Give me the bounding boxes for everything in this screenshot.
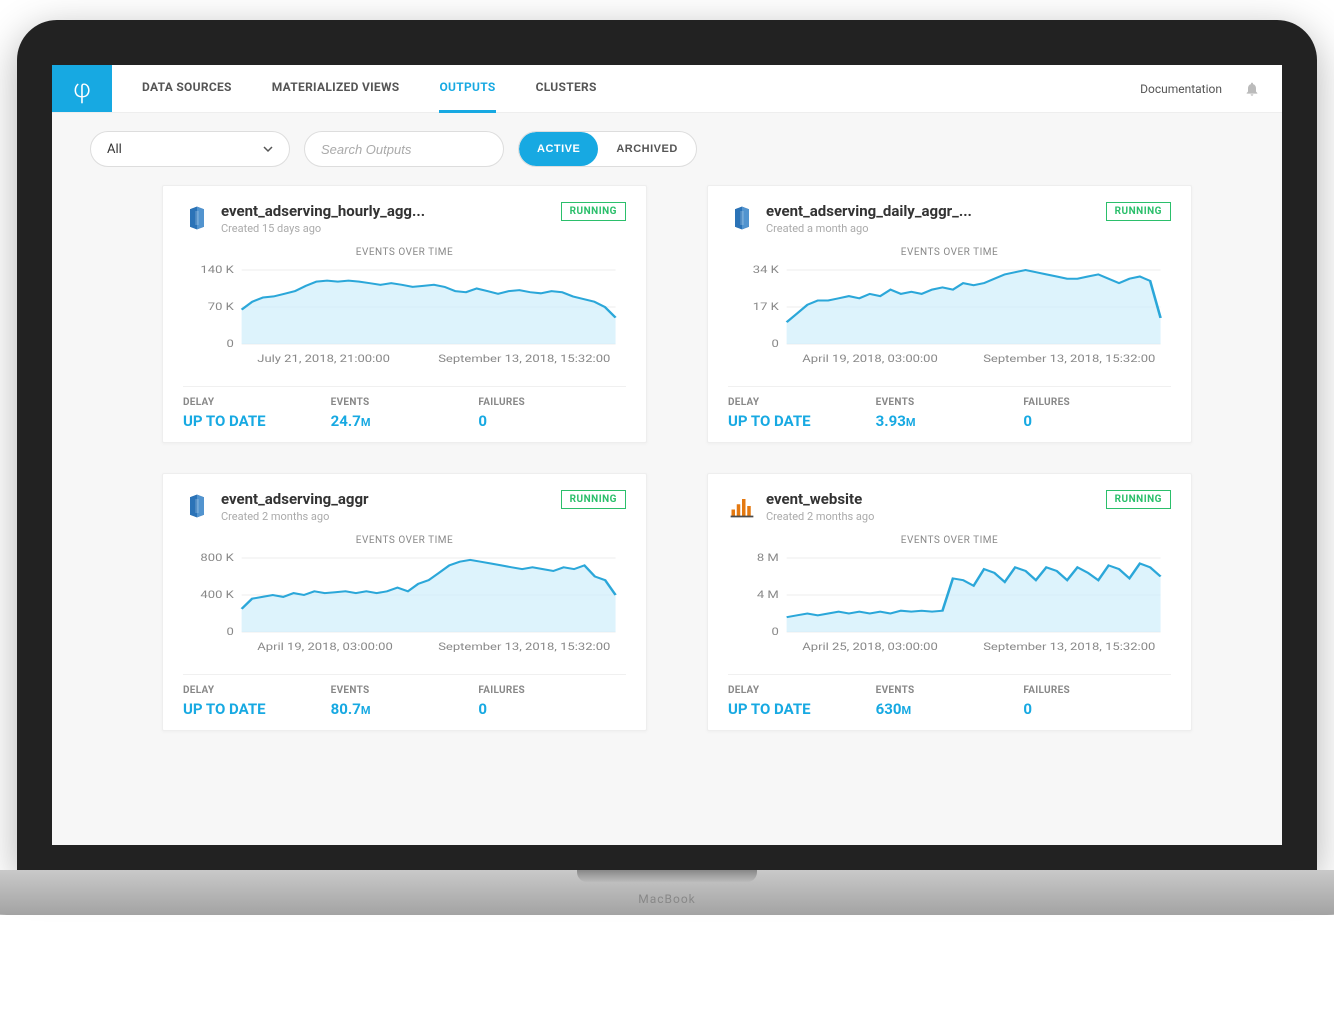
documentation-link[interactable]: Documentation xyxy=(1140,82,1222,96)
output-card[interactable]: event_website Created 2 months ago RUNNI… xyxy=(707,473,1192,731)
delay-label: DELAY xyxy=(183,685,331,696)
output-card[interactable]: event_adserving_aggr Created 2 months ag… xyxy=(162,473,647,731)
chart-title: EVENTS OVER TIME xyxy=(183,535,626,546)
failures-value: 0 xyxy=(478,412,626,430)
output-created: Created 2 months ago xyxy=(221,510,551,523)
svg-text:September 13, 2018, 15:32:00: September 13, 2018, 15:32:00 xyxy=(438,641,610,653)
events-value: 3.93M xyxy=(876,412,1024,430)
notifications-icon[interactable] xyxy=(1244,81,1260,97)
svg-text:34 K: 34 K xyxy=(753,264,780,276)
svg-text:April 25, 2018, 03:00:00: April 25, 2018, 03:00:00 xyxy=(802,641,938,653)
svg-text:April 19, 2018, 03:00:00: April 19, 2018, 03:00:00 xyxy=(257,641,393,653)
redshift-icon xyxy=(183,204,211,232)
events-chart: 800 K 400 K 0 April 19, 2018, 03:00:00 Sep… xyxy=(183,550,626,660)
output-title: event_adserving_hourly_agg... xyxy=(221,202,551,220)
svg-text:July 21, 2018, 21:00:00: July 21, 2018, 21:00:00 xyxy=(257,353,390,365)
events-label: EVENTS xyxy=(331,397,479,408)
events-chart: 8 M 4 M 0 April 25, 2018, 03:00:00 Septemb… xyxy=(728,550,1171,660)
svg-text:8 M: 8 M xyxy=(757,552,779,564)
app-header: φ DATA SOURCES MATERIALIZED VIEWS OUTPUT… xyxy=(52,65,1282,113)
status-badge: RUNNING xyxy=(561,202,626,221)
delay-label: DELAY xyxy=(728,685,876,696)
delay-value: UP TO DATE xyxy=(728,412,876,430)
chevron-down-icon xyxy=(263,144,273,154)
output-created: Created 2 months ago xyxy=(766,510,1096,523)
svg-text:0: 0 xyxy=(771,626,778,638)
events-label: EVENTS xyxy=(876,397,1024,408)
svg-text:140 K: 140 K xyxy=(200,264,234,276)
status-badge: RUNNING xyxy=(561,490,626,509)
toggle-archived[interactable]: ARCHIVED xyxy=(598,132,695,166)
delay-value: UP TO DATE xyxy=(728,700,876,718)
svg-text:0: 0 xyxy=(226,626,233,638)
failures-label: FAILURES xyxy=(1023,397,1171,408)
status-badge: RUNNING xyxy=(1106,490,1171,509)
failures-value: 0 xyxy=(478,700,626,718)
toggle-active[interactable]: ACTIVE xyxy=(519,132,598,166)
nav-data-sources[interactable]: DATA SOURCES xyxy=(142,65,232,113)
nav-materialized-views[interactable]: MATERIALIZED VIEWS xyxy=(272,65,400,113)
main-nav: DATA SOURCES MATERIALIZED VIEWS OUTPUTS … xyxy=(142,65,597,112)
search-input[interactable] xyxy=(321,142,487,157)
chart-title: EVENTS OVER TIME xyxy=(183,247,626,258)
events-label: EVENTS xyxy=(331,685,479,696)
failures-value: 0 xyxy=(1023,412,1171,430)
athena-icon xyxy=(728,492,756,520)
output-created: Created a month ago xyxy=(766,222,1096,235)
svg-text:0: 0 xyxy=(771,338,778,350)
svg-text:0: 0 xyxy=(226,338,233,350)
search-input-wrapper[interactable] xyxy=(304,131,504,167)
output-created: Created 15 days ago xyxy=(221,222,551,235)
cards-grid: event_adserving_hourly_agg... Created 15… xyxy=(82,185,1252,751)
redshift-icon xyxy=(183,492,211,520)
svg-text:September 13, 2018, 15:32:00: September 13, 2018, 15:32:00 xyxy=(983,353,1155,365)
filter-value: All xyxy=(107,142,122,157)
events-chart: 140 K 70 K 0 July 21, 2018, 21:00:00 Septe… xyxy=(183,262,626,372)
chart-title: EVENTS OVER TIME xyxy=(728,535,1171,546)
delay-value: UP TO DATE xyxy=(183,700,331,718)
events-chart: 34 K 17 K 0 April 19, 2018, 03:00:00 Septe… xyxy=(728,262,1171,372)
failures-label: FAILURES xyxy=(478,397,626,408)
svg-text:April 19, 2018, 03:00:00: April 19, 2018, 03:00:00 xyxy=(802,353,938,365)
svg-text:4 M: 4 M xyxy=(757,589,779,601)
nav-clusters[interactable]: CLUSTERS xyxy=(536,65,597,113)
delay-label: DELAY xyxy=(728,397,876,408)
svg-text:September 13, 2018, 15:32:00: September 13, 2018, 15:32:00 xyxy=(983,641,1155,653)
failures-value: 0 xyxy=(1023,700,1171,718)
output-card[interactable]: event_adserving_hourly_agg... Created 15… xyxy=(162,185,647,443)
svg-text:September 13, 2018, 15:32:00: September 13, 2018, 15:32:00 xyxy=(438,353,610,365)
svg-text:17 K: 17 K xyxy=(753,301,780,313)
status-badge: RUNNING xyxy=(1106,202,1171,221)
events-label: EVENTS xyxy=(876,685,1024,696)
delay-value: UP TO DATE xyxy=(183,412,331,430)
svg-text:400 K: 400 K xyxy=(200,589,234,601)
svg-text:800 K: 800 K xyxy=(200,552,234,564)
events-value: 24.7M xyxy=(331,412,479,430)
events-value: 80.7M xyxy=(331,700,479,718)
output-title: event_website xyxy=(766,490,1096,508)
status-toggle: ACTIVE ARCHIVED xyxy=(518,131,697,167)
delay-label: DELAY xyxy=(183,397,331,408)
failures-label: FAILURES xyxy=(478,685,626,696)
output-card[interactable]: event_adserving_daily_aggr_... Created a… xyxy=(707,185,1192,443)
device-brand: MacBook xyxy=(638,892,696,906)
nav-outputs[interactable]: OUTPUTS xyxy=(439,65,495,113)
failures-label: FAILURES xyxy=(1023,685,1171,696)
logo[interactable]: φ xyxy=(52,65,112,112)
filter-dropdown[interactable]: All xyxy=(90,131,290,167)
toolbar: All ACTIVE ARCHIVED xyxy=(82,131,1252,167)
redshift-icon xyxy=(728,204,756,232)
events-value: 630M xyxy=(876,700,1024,718)
output-title: event_adserving_daily_aggr_... xyxy=(766,202,1096,220)
output-title: event_adserving_aggr xyxy=(221,490,551,508)
svg-text:70 K: 70 K xyxy=(208,301,235,313)
chart-title: EVENTS OVER TIME xyxy=(728,247,1171,258)
